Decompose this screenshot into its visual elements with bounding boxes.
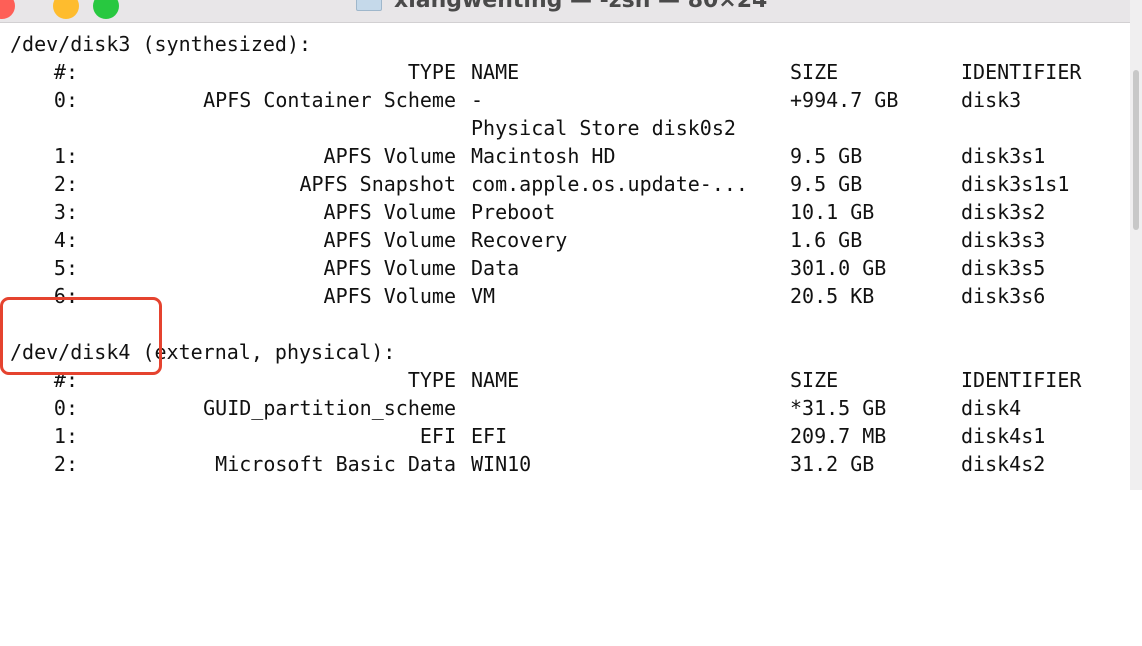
partition-type: APFS Volume: [323, 144, 456, 168]
scrollbar[interactable]: [1130, 0, 1142, 490]
partition-id: disk3s3: [961, 228, 1046, 252]
partition-type: APFS Volume: [323, 200, 456, 224]
partition-row: 3: APFS Volume Preboot 10.1 GB disk3s2: [10, 198, 1130, 226]
partition-id: disk3s5: [961, 256, 1046, 280]
partition-name: Recovery: [471, 228, 568, 252]
partition-id: disk3s1s1: [961, 172, 1070, 196]
partition-row: 6: APFS Volume VM 20.5 KB disk3s6: [10, 282, 1130, 310]
col-size-header: SIZE: [790, 368, 839, 392]
zoom-button[interactable]: [93, 0, 119, 19]
col-id-header: IDENTIFIER: [961, 60, 1082, 84]
col-name-header: NAME: [471, 60, 520, 84]
partition-row: 0: APFS Container Scheme - +994.7 GB dis…: [10, 86, 1130, 114]
partition-id: disk3s6: [961, 284, 1046, 308]
disk-header: /dev/disk4 (external, physical):: [10, 340, 396, 364]
partition-row: 2: APFS Snapshot com.apple.os.update-...…: [10, 170, 1130, 198]
partition-type: APFS Snapshot: [299, 172, 456, 196]
column-header-row: #: TYPE NAME SIZE IDENTIFIER: [10, 366, 1130, 394]
partition-row: 4: APFS Volume Recovery 1.6 GB disk3s3: [10, 226, 1130, 254]
partition-row: Physical Store disk0s2: [10, 114, 1130, 142]
partition-name: Preboot: [471, 200, 556, 224]
partition-name: -: [471, 88, 484, 112]
folder-icon: [356, 0, 382, 11]
partition-row: 5: APFS Volume Data 301.0 GB disk3s5: [10, 254, 1130, 282]
col-size-header: SIZE: [790, 60, 839, 84]
partition-type: APFS Volume: [323, 256, 456, 280]
partition-type: Microsoft Basic Data: [215, 452, 456, 476]
partition-type: APFS Container Scheme: [203, 88, 456, 112]
partition-id: disk3: [961, 88, 1022, 112]
partition-type: APFS Volume: [323, 228, 456, 252]
partition-size: 1.6 GB: [790, 228, 863, 252]
partition-row: 0: GUID_partition_scheme *31.5 GB disk4: [10, 394, 1130, 422]
partition-id: disk4: [961, 396, 1022, 420]
column-header-row: #: TYPE NAME SIZE IDENTIFIER: [10, 58, 1130, 86]
col-type-header: TYPE: [407, 60, 456, 84]
partition-name: VM: [471, 284, 496, 308]
window-title-group: xiangwenting — -zsh — 80×24: [356, 0, 767, 13]
partition-name: com.apple.os.update-...: [471, 172, 748, 196]
partition-size: 20.5 KB: [790, 284, 875, 308]
partition-size: 301.0 GB: [790, 256, 887, 280]
col-id-header: IDENTIFIER: [961, 368, 1082, 392]
annotation-highlight-box: [0, 297, 162, 375]
partition-name: EFI: [471, 424, 508, 448]
partition-row: 2: Microsoft Basic Data WIN10 31.2 GB di…: [10, 450, 1130, 478]
terminal-output[interactable]: /dev/disk3 (synthesized): #: TYPE NAME S…: [10, 30, 1130, 478]
partition-type: EFI: [419, 424, 456, 448]
partition-size: 31.2 GB: [790, 452, 875, 476]
partition-name: Data: [471, 256, 520, 280]
minimize-button[interactable]: [53, 0, 79, 19]
partition-id: disk4s2: [961, 452, 1046, 476]
partition-row: 1: APFS Volume Macintosh HD 9.5 GB disk3…: [10, 142, 1130, 170]
partition-size: +994.7 GB: [790, 88, 899, 112]
col-name-header: NAME: [471, 368, 520, 392]
scrollbar-thumb[interactable]: [1133, 70, 1139, 230]
partition-row: 1: EFI EFI 209.7 MB disk4s1: [10, 422, 1130, 450]
partition-size: 9.5 GB: [790, 172, 863, 196]
close-button[interactable]: [0, 0, 15, 19]
partition-size: 10.1 GB: [790, 200, 875, 224]
partition-name: Macintosh HD: [471, 144, 616, 168]
partition-id: disk4s1: [961, 424, 1046, 448]
partition-name: WIN10: [471, 452, 532, 476]
partition-type: GUID_partition_scheme: [203, 396, 456, 420]
partition-name: Physical Store disk0s2: [471, 116, 736, 140]
window-title: xiangwenting — -zsh — 80×24: [394, 0, 768, 13]
partition-size: *31.5 GB: [790, 396, 887, 420]
disk-header: /dev/disk3 (synthesized):: [10, 32, 312, 56]
partition-id: disk3s2: [961, 200, 1046, 224]
partition-size: 9.5 GB: [790, 144, 863, 168]
partition-size: 209.7 MB: [790, 424, 887, 448]
partition-id: disk3s1: [961, 144, 1046, 168]
window-titlebar: xiangwenting — -zsh — 80×24: [0, 0, 1130, 23]
